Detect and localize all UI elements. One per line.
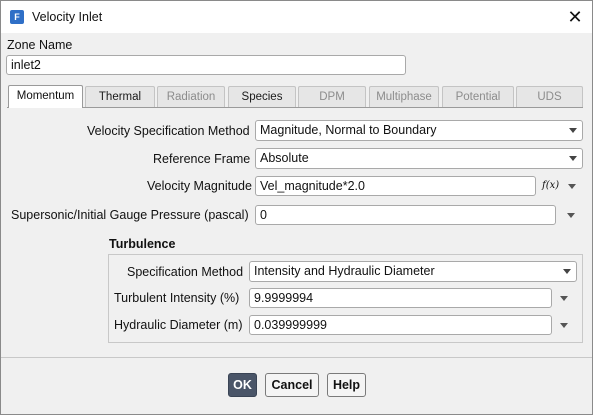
reference-frame-label: Reference Frame	[153, 152, 251, 166]
hydraulic-diameter-input[interactable]	[249, 315, 552, 335]
velocity-spec-dropdown[interactable]: Magnitude, Normal to Boundary	[255, 120, 583, 141]
zone-name-label: Zone Name	[7, 38, 73, 52]
reference-frame-dropdown[interactable]: Absolute	[255, 148, 583, 169]
turbulence-spec-value: Intensity and Hydraulic Diameter	[254, 264, 435, 278]
turbulent-intensity-input[interactable]	[249, 288, 552, 308]
velocity-magnitude-input[interactable]	[255, 176, 536, 196]
hydraulic-diameter-options-icon[interactable]	[560, 323, 568, 328]
chevron-down-icon	[569, 128, 577, 133]
ok-button[interactable]: OK	[228, 373, 257, 397]
gauge-pressure-label: Supersonic/Initial Gauge Pressure (pasca…	[11, 208, 249, 222]
tab-uds[interactable]: UDS	[516, 86, 583, 107]
tab-dpm[interactable]: DPM	[298, 86, 366, 107]
zone-name-input[interactable]	[6, 55, 406, 75]
velocity-inlet-dialog: F Velocity Inlet ✕ Zone Name Momentum Th…	[0, 0, 593, 415]
velocity-magnitude-options-icon[interactable]	[568, 184, 576, 189]
velocity-magnitude-label: Velocity Magnitude	[147, 179, 252, 193]
chevron-down-icon	[563, 269, 571, 274]
tab-species[interactable]: Species	[228, 86, 296, 107]
gauge-pressure-options-icon[interactable]	[567, 213, 575, 218]
app-logo-icon: F	[10, 10, 24, 24]
tab-bar: Momentum Thermal Radiation Species DPM M…	[7, 85, 583, 108]
close-icon[interactable]: ✕	[564, 6, 586, 28]
tab-potential[interactable]: Potential	[442, 86, 514, 107]
turbulent-intensity-label: Turbulent Intensity (%)	[114, 291, 240, 305]
turbulence-spec-label: Specification Method	[127, 265, 244, 279]
reference-frame-value: Absolute	[260, 151, 309, 165]
function-icon[interactable]: f(x)	[542, 180, 559, 191]
velocity-spec-label: Velocity Specification Method	[87, 124, 250, 138]
chevron-down-icon	[569, 156, 577, 161]
turbulent-intensity-options-icon[interactable]	[560, 296, 568, 301]
turbulence-heading: Turbulence	[109, 237, 176, 251]
tab-momentum[interactable]: Momentum	[8, 85, 83, 108]
tab-multiphase[interactable]: Multiphase	[369, 86, 439, 107]
tab-thermal[interactable]: Thermal	[85, 86, 155, 107]
cancel-button[interactable]: Cancel	[265, 373, 319, 397]
turbulence-spec-dropdown[interactable]: Intensity and Hydraulic Diameter	[249, 261, 577, 282]
footer-divider	[1, 357, 592, 358]
velocity-spec-value: Magnitude, Normal to Boundary	[260, 123, 437, 137]
gauge-pressure-input[interactable]	[255, 205, 556, 225]
title-bar[interactable]: F Velocity Inlet ✕	[1, 1, 592, 33]
help-button[interactable]: Help	[327, 373, 366, 397]
hydraulic-diameter-label: Hydraulic Diameter (m)	[114, 318, 243, 332]
tab-radiation[interactable]: Radiation	[157, 86, 225, 107]
window-title: Velocity Inlet	[32, 10, 103, 24]
